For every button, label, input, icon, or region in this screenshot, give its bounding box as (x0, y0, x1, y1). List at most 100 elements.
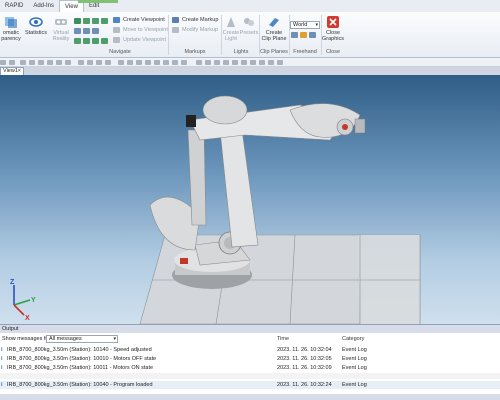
create-markup-button[interactable]: Create Markup (172, 16, 218, 24)
rotate-icon[interactable] (92, 38, 99, 44)
info-icon: i (1, 356, 3, 362)
toolbar-icon[interactable] (259, 60, 265, 65)
toolbar-icon[interactable] (277, 60, 283, 65)
toolbar-icon[interactable] (163, 60, 169, 65)
close-icon (327, 16, 339, 28)
presets-label: Presets (239, 30, 259, 36)
pan-icon[interactable] (83, 38, 90, 44)
freehand-jog-icon[interactable] (309, 32, 316, 38)
close-group-label: Close (325, 49, 341, 55)
message-text: IRB_8700_800kg_3.50m (Station): 10040 - … (7, 382, 153, 388)
clip-plane-icon (269, 18, 279, 27)
toolbar-icon[interactable] (223, 60, 229, 65)
close-graphics-button[interactable]: Close Graphics (322, 15, 344, 42)
graphics-toolbar (0, 58, 500, 67)
info-icon: i (1, 365, 3, 371)
create-light-button[interactable]: Create Light (223, 15, 239, 42)
context-tab-indicator (78, 0, 118, 3)
view-mode-icon[interactable] (83, 18, 90, 24)
toolbar-icon[interactable] (0, 60, 6, 65)
freehand-move-icon[interactable] (291, 32, 298, 38)
category-text: Event Log (342, 347, 367, 353)
toolbar-icon[interactable] (87, 60, 93, 65)
toolbar-icon[interactable] (241, 60, 247, 65)
time-text: 2023. 11. 26. 10:32:05 (277, 356, 332, 362)
toolbar-icon[interactable] (268, 60, 274, 65)
toolbar-icon[interactable] (181, 60, 187, 65)
toolbar-icon[interactable] (118, 60, 124, 65)
view-mode-icon[interactable] (92, 18, 99, 24)
toolbar-icon[interactable] (96, 60, 102, 65)
category-column-header[interactable]: Category (342, 336, 364, 342)
toolbar-icon[interactable] (154, 60, 160, 65)
toolbar-icon[interactable] (145, 60, 151, 65)
table-row[interactable]: i IRB_8700_800kg_3.50m (Station): 10140 … (0, 346, 500, 354)
automatic-transparency-button[interactable]: omatic parency (0, 15, 22, 42)
camera-icon[interactable] (92, 28, 99, 34)
tab-add-ins[interactable]: Add-Ins (28, 0, 59, 12)
light-icon (227, 17, 235, 27)
toolbar-icon[interactable] (205, 60, 211, 65)
reference-frame-value: World (293, 22, 308, 28)
toolbar-icon[interactable] (196, 60, 202, 65)
y-axis-label: Y (31, 297, 36, 304)
toolbar-icon[interactable] (232, 60, 238, 65)
time-column-header[interactable]: Time (277, 336, 289, 342)
tab-rapid[interactable]: RAPID (0, 0, 28, 12)
axis-indicator: Z Y X (10, 279, 36, 322)
toolbar-icon[interactable] (56, 60, 62, 65)
tab-view1[interactable]: View1 × (0, 67, 24, 75)
toolbar-icon[interactable] (250, 60, 256, 65)
close-graphics-label: Close Graphics (322, 30, 345, 42)
toolbar-icon[interactable] (47, 60, 53, 65)
toolbar-icon[interactable] (172, 60, 178, 65)
statistics-button[interactable]: Statistics (24, 15, 48, 36)
graphics-viewport[interactable]: Z Y X (0, 75, 500, 324)
toolbar-icon[interactable] (78, 60, 84, 65)
table-row[interactable]: i IRB_8700_800kg_3.50m (Station): 10040 … (0, 381, 500, 389)
x-axis-label: X (25, 315, 30, 322)
create-clip-plane-button[interactable]: Create Clip Plane (260, 15, 288, 42)
markups-group-label: Markups (184, 49, 206, 55)
category-text: Event Log (342, 382, 367, 388)
freehand-rotate-icon[interactable] (300, 32, 307, 38)
toolbar-icon[interactable] (127, 60, 133, 65)
category-text: Event Log (342, 365, 367, 371)
zoom-icon[interactable] (74, 38, 81, 44)
toolbar-icon[interactable] (105, 60, 111, 65)
toolbar-icon[interactable] (29, 60, 35, 65)
toolbar-icon[interactable] (9, 60, 15, 65)
table-row[interactable]: i IRB_8700_800kg_3.50m (Station): 10011 … (0, 364, 500, 372)
transparency-icon (5, 17, 17, 28)
category-text: Event Log (342, 356, 367, 362)
camera-icon[interactable] (83, 28, 90, 34)
virtual-reality-button[interactable]: Virtual Reality (50, 15, 72, 42)
update-viewpoint-button[interactable]: Update Viewpoint (113, 36, 166, 44)
virtual-reality-label: Virtual Reality (52, 30, 70, 42)
toolbar-icon[interactable] (20, 60, 26, 65)
toolbar-icon[interactable] (214, 60, 220, 65)
table-row-partial[interactable] (0, 373, 500, 379)
update-viewpoint-icon (113, 37, 120, 43)
info-icon: i (1, 347, 3, 353)
z-axis-label: Z (10, 279, 15, 286)
reference-frame-select[interactable]: World ▾ (290, 21, 320, 29)
time-text: 2023. 11. 26. 10:32:09 (277, 365, 332, 371)
view-mode-icon[interactable] (101, 18, 108, 24)
presets-button[interactable]: Presets (240, 15, 258, 36)
presets-icon (244, 18, 254, 26)
output-filter-select[interactable]: All messages ▾ (46, 335, 118, 343)
toolbar-icon[interactable] (38, 60, 44, 65)
toolbar-icon[interactable] (136, 60, 142, 65)
camera-icon[interactable] (74, 28, 81, 34)
create-viewpoint-button[interactable]: Create Viewpoint (113, 16, 165, 24)
close-icon[interactable]: × (18, 68, 21, 75)
ribbon-separator (168, 15, 169, 55)
table-row[interactable]: i IRB_8700_800kg_3.50m (Station): 10010 … (0, 355, 500, 363)
fit-icon[interactable] (101, 38, 108, 44)
move-to-viewpoint-button[interactable]: Move to Viewpoint (113, 26, 168, 34)
toolbar-icon[interactable] (65, 60, 71, 65)
markup-icon (172, 17, 179, 23)
view-mode-icon[interactable] (74, 18, 81, 24)
modify-markup-button[interactable]: Modify Markup (172, 26, 218, 34)
